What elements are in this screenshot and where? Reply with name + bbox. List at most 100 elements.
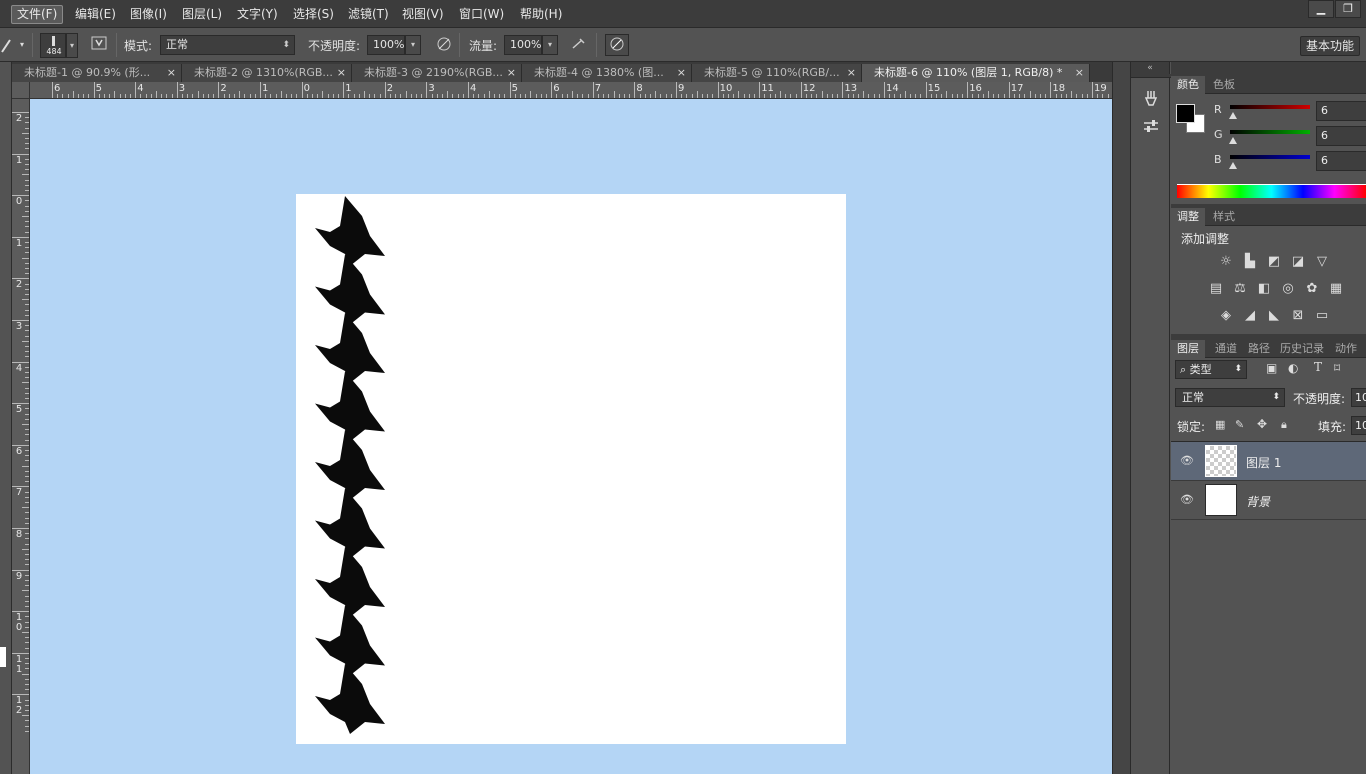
visibility-eye-icon[interactable]: 👁︎ <box>1180 493 1194 506</box>
pressure-opacity-icon[interactable] <box>433 35 455 55</box>
close-icon[interactable]: × <box>167 64 176 81</box>
slider-red[interactable]: R 6 <box>1171 100 1366 124</box>
levels-icon[interactable]: ▙ <box>1241 254 1259 270</box>
posterize-icon[interactable]: ◢ <box>1241 308 1259 324</box>
tab-layers[interactable]: 图层 <box>1171 340 1205 358</box>
tab-adjustments[interactable]: 调整 <box>1171 208 1205 226</box>
color-spectrum-ramp[interactable] <box>1177 184 1366 198</box>
tab-channels[interactable]: 通道 <box>1209 340 1243 358</box>
menu-layer[interactable]: 图层(L) <box>176 5 228 24</box>
slider-thumb-icon[interactable] <box>1229 137 1237 144</box>
menu-view[interactable]: 视图(V) <box>396 5 450 24</box>
menu-type[interactable]: 文字(Y) <box>231 5 284 24</box>
brush-preset-picker[interactable]: 484 <box>40 33 66 58</box>
properties-sliders-icon[interactable] <box>1141 116 1161 136</box>
layer-name[interactable]: 背景 <box>1246 493 1270 510</box>
selective-color-icon[interactable]: ⊠ <box>1289 308 1307 324</box>
vibrance-icon[interactable]: ▽ <box>1313 254 1331 270</box>
slider-track[interactable] <box>1230 155 1310 159</box>
filter-pixel-icon[interactable]: ▣ <box>1266 361 1277 375</box>
curves-icon[interactable]: ◩ <box>1265 254 1283 270</box>
layer-row-layer1[interactable]: 👁︎ 图层 1 <box>1171 442 1366 481</box>
menu-filter[interactable]: 滤镜(T) <box>342 5 395 24</box>
channel-value-input[interactable]: 6 <box>1316 151 1366 171</box>
close-icon[interactable]: × <box>507 64 516 81</box>
slider-green[interactable]: G 6 <box>1171 125 1366 149</box>
menu-edit[interactable]: 编辑(E) <box>69 5 122 24</box>
slider-track[interactable] <box>1230 130 1310 134</box>
document-tab[interactable]: 未标题-1 @ 90.9% (形... × <box>12 64 182 82</box>
tab-color[interactable]: 颜色 <box>1171 76 1205 94</box>
airbrush-icon[interactable] <box>568 35 590 55</box>
channel-mixer-icon[interactable]: ✿ <box>1303 281 1321 297</box>
tab-paths[interactable]: 路径 <box>1242 340 1276 358</box>
filter-shape-icon[interactable]: ⌑ <box>1334 361 1340 375</box>
filter-type-icon[interactable]: T <box>1314 360 1322 374</box>
document-tab[interactable]: 未标题-5 @ 110%(RGB/... × <box>692 64 862 82</box>
workspace-switcher-button[interactable]: 基本功能 <box>1300 36 1360 56</box>
lock-all-icon[interactable]: 🔒︎ <box>1281 418 1287 432</box>
layer-name[interactable]: 图层 1 <box>1246 454 1281 471</box>
restore-icon[interactable]: ❐ <box>1335 0 1361 18</box>
foreground-swatch-edge[interactable] <box>0 647 6 667</box>
channel-value-input[interactable]: 6 <box>1316 126 1366 146</box>
ruler-origin[interactable] <box>12 82 30 99</box>
document-tab[interactable]: 未标题-3 @ 2190%(RGB... × <box>352 64 522 82</box>
menu-select[interactable]: 选择(S) <box>287 5 340 24</box>
slider-track[interactable] <box>1230 105 1310 109</box>
brush-panel-toggle-icon[interactable] <box>88 35 110 55</box>
flow-dropdown-icon[interactable]: ▾ <box>542 35 558 55</box>
gradient-map-icon[interactable]: ▭ <box>1313 308 1331 324</box>
horizontal-ruler[interactable]: 6 5 4 3 2 1 0 1 2 3 4 5 6 7 8 9 10 11 12 13 14 15 16 17 18 19 <box>30 82 1112 99</box>
slider-thumb-icon[interactable] <box>1229 162 1237 169</box>
canvas-pasteboard[interactable] <box>30 99 1112 774</box>
document-tab[interactable]: 未标题-4 @ 1380% (图... × <box>522 64 692 82</box>
mode-select[interactable]: 正常 ⬍ <box>160 35 295 55</box>
lock-position-icon[interactable]: ✥ <box>1257 417 1267 431</box>
document-tab-active[interactable]: 未标题-6 @ 110% (图层 1, RGB/8) * × <box>862 64 1090 82</box>
minimize-icon[interactable]: ▁ <box>1308 0 1334 18</box>
tab-swatches[interactable]: 色板 <box>1207 76 1241 94</box>
layer-filter-select[interactable]: ⌕ 类型 ⬍ <box>1175 360 1247 379</box>
exposure-icon[interactable]: ◪ <box>1289 254 1307 270</box>
brush-tool-icon[interactable] <box>0 35 14 55</box>
vertical-ruler[interactable]: 2101234567891 01 11 2 <box>12 82 30 774</box>
lock-transparent-icon[interactable]: ▦ <box>1215 418 1225 431</box>
collapse-panels-icon[interactable]: « <box>1131 62 1169 74</box>
menu-file[interactable]: 文件(F) <box>11 5 64 24</box>
slider-thumb-icon[interactable] <box>1229 112 1237 119</box>
filter-adjustment-icon[interactable]: ◐ <box>1288 361 1298 375</box>
hue-saturation-icon[interactable]: ▤ <box>1207 281 1225 297</box>
menu-help[interactable]: 帮助(H) <box>514 5 568 24</box>
document-tab[interactable]: 未标题-2 @ 1310%(RGB... × <box>182 64 352 82</box>
blend-mode-select[interactable]: 正常 ⬍ <box>1175 388 1285 407</box>
close-icon[interactable]: × <box>847 64 856 81</box>
close-icon[interactable]: × <box>677 64 686 81</box>
photo-filter-icon[interactable]: ◎ <box>1279 281 1297 297</box>
layer-row-background[interactable]: 👁︎ 背景 <box>1171 481 1366 520</box>
tab-actions[interactable]: 动作 <box>1329 340 1363 358</box>
brightness-icon[interactable]: ☼ <box>1217 254 1235 270</box>
opacity-input[interactable]: 100% <box>367 35 405 55</box>
brush-preset-dropdown-icon[interactable]: ▾ <box>66 33 78 58</box>
close-icon[interactable]: × <box>1075 64 1084 81</box>
menu-window[interactable]: 窗口(W) <box>453 5 510 24</box>
document-canvas[interactable] <box>296 194 846 744</box>
fill-input[interactable]: 10 <box>1351 416 1366 435</box>
close-icon[interactable]: × <box>337 64 346 81</box>
layer-opacity-input[interactable]: 10 <box>1351 388 1366 407</box>
flow-input[interactable]: 100% <box>504 35 542 55</box>
channel-value-input[interactable]: 6 <box>1316 101 1366 121</box>
tab-history[interactable]: 历史记录 <box>1274 340 1330 358</box>
threshold-icon[interactable]: ◣ <box>1265 308 1283 324</box>
black-white-icon[interactable]: ◧ <box>1255 281 1273 297</box>
invert-icon[interactable]: ◈ <box>1217 308 1235 324</box>
slider-blue[interactable]: B 6 <box>1171 150 1366 174</box>
lock-image-icon[interactable]: ✎ <box>1235 418 1244 431</box>
opacity-dropdown-icon[interactable]: ▾ <box>405 35 421 55</box>
visibility-eye-icon[interactable]: 👁︎ <box>1180 454 1194 467</box>
tool-preset-dropdown-icon[interactable]: ▾ <box>16 35 28 55</box>
menu-image[interactable]: 图像(I) <box>124 5 173 24</box>
pressure-size-icon[interactable] <box>605 34 629 56</box>
tab-styles[interactable]: 样式 <box>1207 208 1241 226</box>
